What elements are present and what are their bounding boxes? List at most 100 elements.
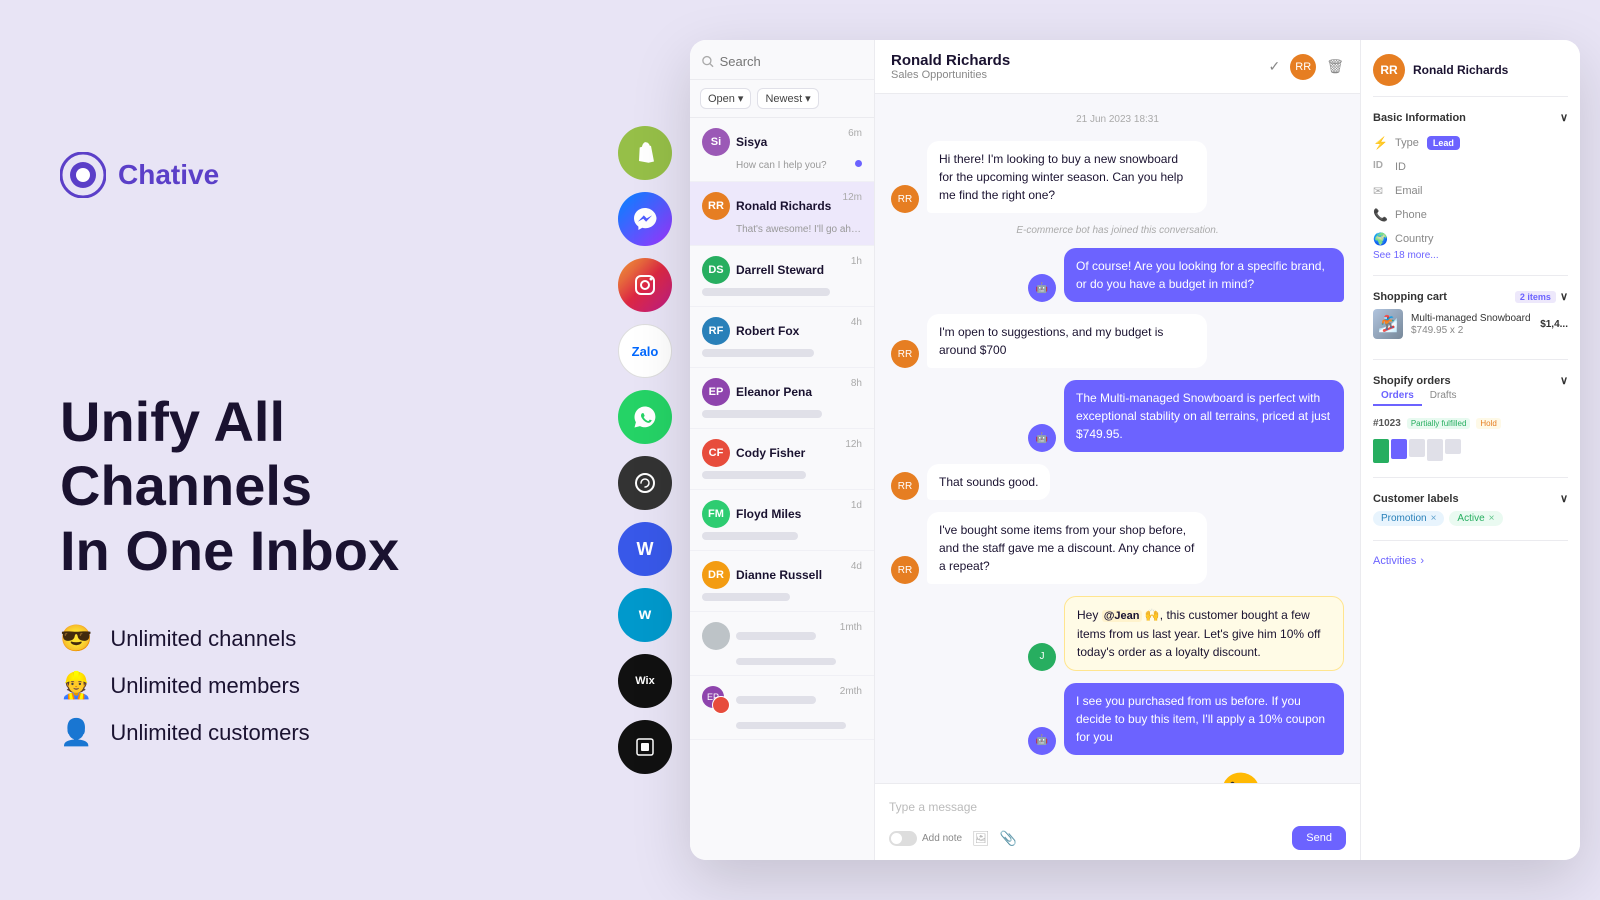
channel-custom1[interactable] bbox=[618, 456, 672, 510]
channel-whatsapp[interactable] bbox=[618, 390, 672, 444]
type-label: Type bbox=[1395, 137, 1419, 149]
shopify-orders-title[interactable]: Shopify orders ∨ bbox=[1373, 374, 1568, 387]
chat-messages: 21 Jun 2023 18:31 RR Hi there! I'm looki… bbox=[875, 94, 1360, 783]
order-hold-1: Hold bbox=[1476, 418, 1500, 429]
channels-emoji: 😎 bbox=[60, 623, 92, 654]
members-emoji: 👷 bbox=[60, 670, 92, 701]
channel-squarespace[interactable] bbox=[618, 720, 672, 774]
conv-item-unknown2[interactable]: EP 2mth bbox=[690, 676, 874, 740]
name-cody: Cody Fisher bbox=[736, 446, 862, 460]
label-promotion[interactable]: Promotion × bbox=[1373, 511, 1444, 526]
status-filter[interactable]: Open ▾ bbox=[700, 88, 751, 109]
date-divider: 21 Jun 2023 18:31 bbox=[891, 114, 1344, 125]
field-phone: 📞 Phone bbox=[1373, 204, 1568, 226]
send-button[interactable]: Send bbox=[1292, 826, 1346, 850]
email-label: Email bbox=[1395, 185, 1423, 197]
order-status-1: Partially fulfilled bbox=[1407, 418, 1471, 429]
channel-messenger[interactable] bbox=[618, 192, 672, 246]
message-input[interactable] bbox=[889, 794, 1346, 820]
conv-item-eleanor[interactable]: EP Eleanor Pena 8h bbox=[690, 368, 874, 429]
promotion-text: Promotion bbox=[1381, 513, 1427, 524]
msg-avatar-7: RR bbox=[891, 556, 919, 584]
customer-labels-section: Customer labels ∨ Promotion × Active × bbox=[1373, 492, 1568, 526]
chat-header: Ronald Richards Sales Opportunities ✓ RR… bbox=[875, 40, 1360, 94]
time-unknown2: 2mth bbox=[840, 686, 862, 697]
cart-item-total: $1,4... bbox=[1540, 319, 1568, 330]
msg-8: Hey @Jean 🙌, this customer bought a few … bbox=[891, 596, 1344, 671]
msg-avatar-5: 🤖 bbox=[1028, 424, 1056, 452]
sort-filter[interactable]: Newest ▾ bbox=[757, 88, 818, 109]
avatar-unknown1 bbox=[702, 622, 730, 650]
chat-input-area[interactable]: Add note 🖼 📎 Send bbox=[875, 783, 1360, 860]
bar-2 bbox=[1391, 439, 1407, 459]
active-text: Active bbox=[1457, 513, 1484, 524]
conv-item-unknown1[interactable]: 1mth bbox=[690, 612, 874, 676]
msg-1: RR Hi there! I'm looking to buy a new sn… bbox=[891, 141, 1344, 213]
trash-icon[interactable]: 🗑 bbox=[1326, 58, 1344, 75]
toggle-switch[interactable] bbox=[889, 831, 917, 846]
hero-title: Unify All ChannelsIn One Inbox bbox=[60, 390, 540, 583]
avatar-eleanor: EP bbox=[702, 378, 730, 406]
channel-wix[interactable]: Wix bbox=[618, 654, 672, 708]
msg-9: I see you purchased from us before. If y… bbox=[891, 683, 1344, 755]
msg-avatar-1: RR bbox=[891, 185, 919, 213]
remove-active[interactable]: × bbox=[1489, 513, 1495, 524]
preview-cody bbox=[702, 471, 806, 479]
channel-wordpress[interactable]: W bbox=[618, 522, 672, 576]
labels-title[interactable]: Customer labels ∨ bbox=[1373, 492, 1568, 505]
tab-drafts[interactable]: Drafts bbox=[1422, 387, 1465, 406]
time-darrell: 1h bbox=[851, 256, 862, 267]
channel-weebly[interactable]: w bbox=[618, 588, 672, 642]
chative-logo-icon bbox=[60, 152, 106, 198]
phone-label: Phone bbox=[1395, 209, 1427, 221]
msg-7: RR I've bought some items from your shop… bbox=[891, 512, 1344, 584]
conv-item-robert[interactable]: RF Robert Fox 4h bbox=[690, 307, 874, 368]
tab-orders[interactable]: Orders bbox=[1373, 387, 1422, 406]
conv-items: Si Sisya How can I help you? 6m RR Ronal… bbox=[690, 118, 874, 860]
customers-label: Unlimited customers bbox=[110, 720, 309, 746]
channel-instagram[interactable] bbox=[618, 258, 672, 312]
conv-item-sisya[interactable]: Si Sisya How can I help you? 6m bbox=[690, 118, 874, 182]
labels-label: Customer labels bbox=[1373, 493, 1459, 505]
conv-item-floyd[interactable]: FM Floyd Miles 1d bbox=[690, 490, 874, 551]
channel-zalo[interactable]: Zalo bbox=[618, 324, 672, 378]
chat-contact-sub: Sales Opportunities bbox=[891, 69, 1010, 81]
time-cody: 12h bbox=[845, 439, 862, 450]
logo-area: Chative bbox=[60, 152, 540, 198]
conv-item-ronald[interactable]: RR Ronald Richards That's awesome! I'll … bbox=[690, 182, 874, 246]
search-bar[interactable] bbox=[690, 40, 874, 80]
type-icon: ⚡ bbox=[1373, 136, 1387, 150]
see-more-link[interactable]: See 18 more... bbox=[1373, 250, 1568, 261]
label-active[interactable]: Active × bbox=[1449, 511, 1502, 526]
conv-item-cody[interactable]: CF Cody Fisher 12h bbox=[690, 429, 874, 490]
image-icon[interactable]: 🖼 bbox=[972, 830, 990, 847]
check-icon[interactable]: ✓ bbox=[1268, 58, 1280, 75]
labels-chevron: ∨ bbox=[1560, 492, 1568, 505]
labels-list: Promotion × Active × bbox=[1373, 511, 1568, 526]
conv-item-darrell[interactable]: DS Darrell Steward 1h bbox=[690, 246, 874, 307]
bar-5 bbox=[1445, 439, 1461, 454]
logo-text: Chative bbox=[118, 159, 219, 191]
mascot-sticker: 🐣 bbox=[1201, 767, 1276, 784]
channel-shopify[interactable] bbox=[618, 126, 672, 180]
country-icon: 🌍 bbox=[1373, 232, 1387, 246]
time-robert: 4h bbox=[851, 317, 862, 328]
attachment-icon[interactable]: 📎 bbox=[1000, 830, 1017, 847]
channels-column: Zalo W w Wix bbox=[600, 106, 690, 794]
search-input[interactable] bbox=[720, 54, 862, 69]
activities-section[interactable]: Activities › bbox=[1373, 555, 1568, 567]
lead-badge: Lead bbox=[1427, 136, 1460, 150]
avatar-group-unknown2: EP bbox=[702, 686, 730, 714]
remove-promotion[interactable]: × bbox=[1431, 513, 1437, 524]
rp-user-name: Ronald Richards bbox=[1413, 63, 1508, 77]
time-dianne: 4d bbox=[851, 561, 862, 572]
id-icon: ID bbox=[1373, 160, 1387, 174]
add-note-toggle[interactable]: Add note bbox=[889, 831, 962, 846]
conv-item-dianne[interactable]: DR Dianne Russell 4d bbox=[690, 551, 874, 612]
basic-info-title[interactable]: Basic Information ∨ bbox=[1373, 111, 1568, 124]
agent-avatar[interactable]: RR bbox=[1290, 54, 1316, 80]
cart-chevron: ∨ bbox=[1560, 290, 1568, 303]
chat-contact-name: Ronald Richards bbox=[891, 52, 1010, 69]
country-label: Country bbox=[1395, 233, 1434, 245]
cart-title[interactable]: Shopping cart 2 items ∨ bbox=[1373, 290, 1568, 303]
